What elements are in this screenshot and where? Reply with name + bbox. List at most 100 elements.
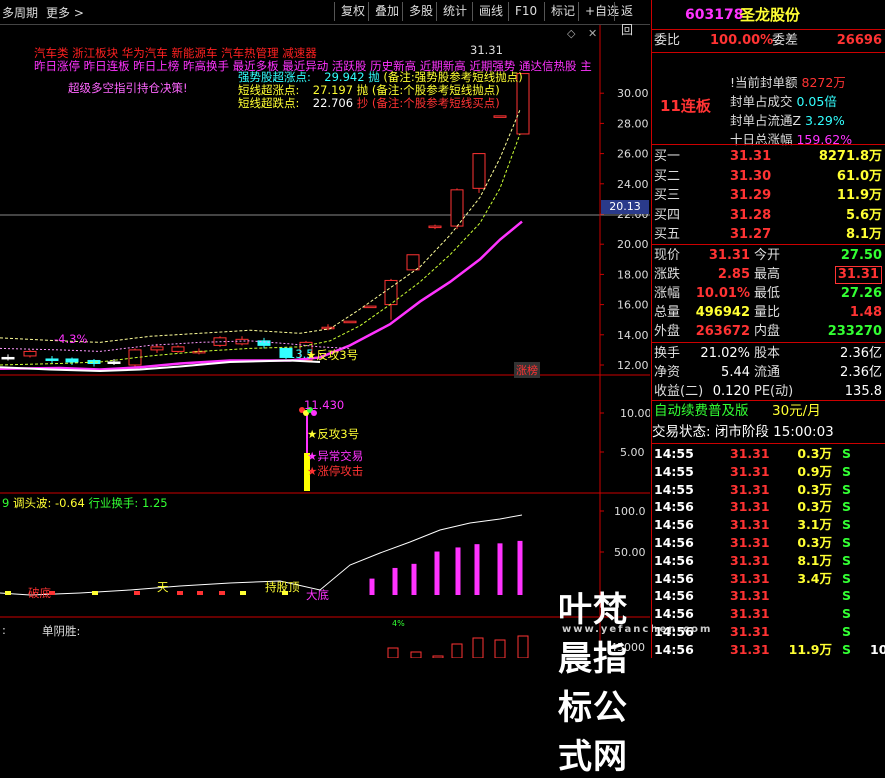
toolbar-button[interactable]: 统计	[436, 2, 473, 21]
stat-label: 涨幅	[654, 286, 681, 301]
bid-volume: 8271.8万	[818, 149, 882, 164]
candle-body	[321, 326, 335, 330]
tick-side: S	[842, 588, 852, 604]
limit-info-value: 3.29%	[805, 113, 845, 128]
ad-banner[interactable]: 自动续费普及版 30元/月	[652, 402, 885, 421]
tick-volume: 3.1万	[797, 517, 832, 533]
tick-side: S	[842, 606, 852, 622]
limit-info-value: 0.05倍	[796, 94, 837, 109]
tick-row: 14:56 31.31 S	[652, 587, 885, 605]
candle-body	[235, 338, 249, 345]
bid-price: 31.29	[730, 188, 772, 203]
toolbar-button[interactable]: 返回	[614, 2, 650, 37]
toolbar-button[interactable]: 叠加	[368, 2, 405, 21]
bottom-small-label: 4%	[392, 619, 405, 628]
wei-cha-label: 委差	[772, 33, 799, 48]
bottom-bar	[387, 647, 399, 658]
chart-canvas: 30.0028.0026.0024.0022.0020.0018.0016.00…	[0, 25, 650, 658]
tick-volume: 0.3万	[797, 535, 832, 550]
bottom-bar	[472, 637, 484, 658]
bid-label: 买三	[654, 188, 681, 203]
volume-bar	[369, 578, 375, 595]
diamond-icon[interactable]: ◇	[567, 27, 575, 40]
stat-label: 涨跌	[654, 267, 681, 282]
volume-bar	[517, 540, 523, 595]
stat-value: 5.44	[721, 365, 750, 380]
star-icon: ★	[307, 449, 318, 463]
volume-curve	[0, 514, 523, 596]
tick-time: 14:55	[654, 463, 694, 479]
bottom-bar	[494, 639, 506, 658]
toolbar-button[interactable]: 复权	[334, 2, 371, 21]
bid-row: 买四 31.28 5.6万	[652, 206, 885, 225]
candle-body	[428, 225, 442, 229]
candle-body	[1, 356, 15, 360]
toolbar-button[interactable]: 多股	[402, 2, 439, 21]
limit-info-label: 封单占流通Z	[730, 113, 806, 128]
tick-time: 14:56	[654, 570, 694, 586]
toolbar-button[interactable]: 画线	[472, 2, 509, 21]
tick-side: S	[842, 499, 852, 515]
bid-volume: 5.6万	[845, 207, 882, 223]
limit-info-row: 封单占流通Z 3.29%	[730, 110, 845, 129]
close-icon[interactable]: ✕	[588, 27, 597, 40]
tick-time: 14:55	[654, 481, 694, 497]
crosshair-price-label: 20.13	[601, 200, 649, 214]
tick-row: 14:56 31.31 0.3万 S	[652, 498, 885, 516]
wei-bi-label: 委比	[654, 33, 681, 48]
candle-body	[150, 346, 164, 351]
streak-label: 11连板	[660, 97, 711, 115]
tick-row: 14:55 31.31 0.9万 S	[652, 463, 885, 481]
stat-label: 净资	[654, 365, 681, 380]
marker-label: 反攻3号	[317, 427, 360, 441]
tick-side: S	[842, 446, 852, 461]
divider	[652, 52, 885, 53]
candle-body	[493, 115, 507, 118]
more-menu-button[interactable]: 更多 >	[46, 4, 84, 21]
divider	[652, 342, 885, 343]
tick-price: 31.31	[730, 588, 770, 604]
signal-value: 22.706	[312, 96, 354, 110]
trade-status: 交易状态: 闭市阶段 15:00:03	[652, 424, 834, 440]
stats-row: 总量 496942 量比 1.48	[652, 303, 885, 322]
label-sky: 天	[157, 580, 169, 594]
stats-row: 现价 31.31 今开 27.50	[652, 246, 885, 265]
toolbar-button[interactable]: F10	[508, 2, 543, 21]
stat-value: 263672	[695, 324, 750, 339]
signal-marker	[5, 591, 11, 595]
bid-row: 买三 31.29 11.9万	[652, 186, 885, 205]
quote-panel: 603178 圣龙股份 委比 100.00% 委差 26696 !当前封单额 8…	[651, 0, 885, 658]
tick-side: S	[842, 624, 852, 639]
tick-volume: 0.3万	[797, 499, 832, 515]
tick-row: 14:56 31.31 S	[652, 623, 885, 641]
low-percent-label: -4.3%	[54, 332, 88, 346]
stat-label: 最高	[754, 267, 781, 282]
bid-label: 买一	[654, 149, 681, 164]
toolbar-button[interactable]: 标记	[544, 2, 581, 21]
stat-label: 最低	[754, 286, 781, 301]
ad-price: 30元/月	[772, 403, 821, 419]
stat-label: 现价	[654, 248, 681, 263]
multi-period-button[interactable]: 多周期	[2, 4, 38, 21]
y-tick-label: 16.00	[617, 299, 649, 312]
stat-value: 27.50	[840, 248, 882, 263]
candle-body	[87, 359, 101, 364]
tick-price: 31.31	[730, 606, 770, 622]
chevron-right-icon: >	[70, 6, 84, 20]
more-label: 更多	[46, 6, 71, 20]
tick-price: 31.31	[730, 570, 770, 586]
marker-abnormal: ★异常交易	[307, 448, 363, 464]
tick-side: S	[842, 535, 852, 550]
wei-bi-row: 委比 100.00% 委差 26696	[652, 31, 885, 50]
y-tick-label: 28.00	[617, 117, 649, 130]
signal-top-value: 11.430	[304, 398, 345, 412]
kline-chart-area[interactable]: 30.00 28.00 26.00 24.00 22.00 20.00 18.00 16.00…	[0, 25, 710, 777]
stat-value: 0.120	[712, 384, 750, 399]
y-tick-label: 26.00	[617, 148, 649, 161]
star-icon: ★	[306, 348, 317, 362]
chart-toolbar: 多周期 更多 > 复权 叠加 多股 统计 画线 F10 标记 +自选 返回	[0, 0, 650, 37]
tick-price: 31.31	[730, 535, 770, 550]
candle-body	[472, 153, 486, 189]
header-value2: 1.25	[141, 496, 168, 510]
tick-row: 14:55 31.31 0.3万 S	[652, 445, 885, 463]
